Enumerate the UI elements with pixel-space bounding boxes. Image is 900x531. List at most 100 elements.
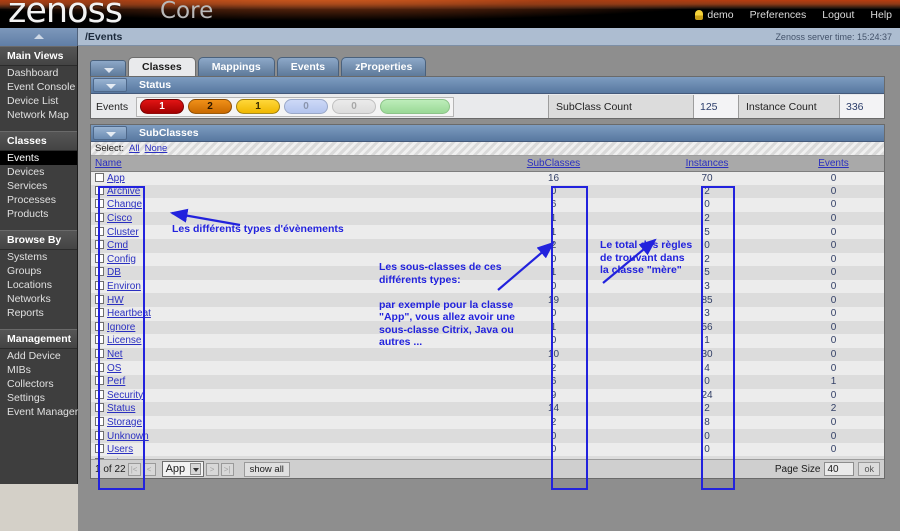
column-header-instances-link[interactable]: Instances xyxy=(686,158,729,169)
prev-page-button[interactable]: < xyxy=(142,462,156,476)
row-name-link[interactable]: Config xyxy=(107,254,136,265)
tab-zproperties[interactable]: zProperties xyxy=(341,57,427,77)
column-header-events[interactable]: Events xyxy=(783,156,884,172)
sidebar-item-settings[interactable]: Settings xyxy=(0,391,77,405)
show-all-button[interactable]: show all xyxy=(243,461,290,477)
sidebar-item-mibs[interactable]: MIBs xyxy=(0,363,77,377)
row-name-link[interactable]: Cluster xyxy=(107,227,139,238)
sidebar-item-event-console[interactable]: Event Console xyxy=(0,80,77,94)
next-page-button[interactable]: > xyxy=(205,462,219,476)
sidebar-item-products[interactable]: Products xyxy=(0,207,77,221)
breadcrumb[interactable]: /Events xyxy=(85,31,122,43)
row-name-link[interactable]: Net xyxy=(107,349,123,360)
row-name-link[interactable]: Unknown xyxy=(107,431,149,442)
row-name-link[interactable]: Ignore xyxy=(107,322,135,333)
row-checkbox[interactable] xyxy=(95,294,104,304)
row-checkbox[interactable] xyxy=(95,308,104,318)
status-collapse-button[interactable] xyxy=(93,78,127,92)
row-name-link[interactable]: Environ xyxy=(107,281,141,292)
sidebar-item-groups[interactable]: Groups xyxy=(0,264,77,278)
sidebar-item-systems[interactable]: Systems xyxy=(0,250,77,264)
row-checkbox[interactable] xyxy=(95,349,104,359)
severity-pill-debug[interactable]: 0 xyxy=(332,99,376,114)
row-name-link[interactable]: Cmd xyxy=(107,240,128,251)
sidebar-item-services[interactable]: Services xyxy=(0,179,77,193)
select-none-link[interactable]: None xyxy=(145,143,168,154)
row-name-link[interactable]: Storage xyxy=(107,417,142,428)
column-header-events-link[interactable]: Events xyxy=(818,158,849,169)
sidebar-item-reports[interactable]: Reports xyxy=(0,306,77,320)
row-checkbox[interactable] xyxy=(95,376,104,386)
sidebar-item-add-device[interactable]: Add Device xyxy=(0,349,77,363)
row-name-link[interactable]: HW xyxy=(107,295,124,306)
row-checkbox[interactable] xyxy=(95,253,104,263)
page-size-label: Page Size xyxy=(774,463,821,475)
sidebar-item-networks[interactable]: Networks xyxy=(0,292,77,306)
column-header-subclasses[interactable]: SubClasses xyxy=(476,156,631,172)
logout-link[interactable]: Logout xyxy=(822,9,854,21)
table-row: Net 10 30 0 xyxy=(91,347,884,362)
row-checkbox[interactable] xyxy=(95,321,104,331)
page-size-input[interactable]: 40 xyxy=(824,462,855,476)
column-header-name[interactable]: Name xyxy=(91,156,476,172)
last-page-button[interactable]: >| xyxy=(220,462,234,476)
sidebar-item-device-list[interactable]: Device List xyxy=(0,94,77,108)
row-checkbox[interactable] xyxy=(95,281,104,291)
sidebar-item-devices[interactable]: Devices xyxy=(0,165,77,179)
help-link[interactable]: Help xyxy=(870,9,892,21)
subclasses-collapse-button[interactable] xyxy=(93,126,127,140)
column-header-instances[interactable]: Instances xyxy=(631,156,783,172)
row-name-link[interactable]: Users xyxy=(107,444,133,455)
sidebar-item-event-manager[interactable]: Event Manager xyxy=(0,405,78,419)
sidebar-item-events[interactable]: Events xyxy=(0,151,77,165)
row-checkbox[interactable] xyxy=(95,444,104,454)
row-name-link[interactable]: DB xyxy=(107,267,121,278)
row-checkbox[interactable] xyxy=(95,185,104,195)
sidebar-item-network-map[interactable]: Network Map xyxy=(0,108,77,122)
first-page-button[interactable]: |< xyxy=(127,462,141,476)
row-name-link[interactable]: Cisco xyxy=(107,213,132,224)
row-checkbox[interactable] xyxy=(95,335,104,345)
row-checkbox[interactable] xyxy=(95,416,104,426)
severity-pill-warning[interactable]: 1 xyxy=(236,99,280,114)
row-checkbox[interactable] xyxy=(95,267,104,277)
severity-pill-info[interactable]: 0 xyxy=(284,99,328,114)
sidebar-item-dashboard[interactable]: Dashboard xyxy=(0,66,77,80)
row-checkbox[interactable] xyxy=(95,199,104,209)
row-name-link[interactable]: Change xyxy=(107,199,142,210)
preferences-link[interactable]: Preferences xyxy=(750,9,807,21)
severity-pill-clear[interactable] xyxy=(380,99,450,114)
row-name-link[interactable]: License xyxy=(107,335,141,346)
row-checkbox[interactable] xyxy=(95,226,104,236)
sidebar-item-collectors[interactable]: Collectors xyxy=(0,377,77,391)
class-select[interactable]: App xyxy=(161,461,204,477)
row-name-link[interactable]: Perf xyxy=(107,376,125,387)
cell-subclasses: 0 xyxy=(476,429,631,443)
sidebar-item-locations[interactable]: Locations xyxy=(0,278,77,292)
row-name-link[interactable]: App xyxy=(107,173,125,184)
tab-events[interactable]: Events xyxy=(276,57,340,77)
row-checkbox[interactable] xyxy=(95,430,104,440)
select-all-link[interactable]: All xyxy=(129,143,140,154)
row-name-link[interactable]: Archive xyxy=(107,186,140,197)
row-checkbox[interactable] xyxy=(95,362,104,372)
user-chip[interactable]: demo xyxy=(695,9,734,21)
row-checkbox[interactable] xyxy=(95,213,104,223)
row-checkbox[interactable] xyxy=(95,403,104,413)
column-header-name-link[interactable]: Name xyxy=(95,158,122,169)
row-name-link[interactable]: Heartbeat xyxy=(107,308,151,319)
tab-mappings[interactable]: Mappings xyxy=(197,57,275,77)
row-checkbox[interactable] xyxy=(95,172,104,182)
sidebar-collapse-button[interactable] xyxy=(0,28,78,46)
page-size-ok-button[interactable]: ok xyxy=(858,462,880,476)
column-header-subclasses-link[interactable]: SubClasses xyxy=(527,158,580,169)
severity-pill-error[interactable]: 2 xyxy=(188,99,232,114)
row-name-link[interactable]: Status xyxy=(107,403,135,414)
severity-pill-critical[interactable]: 1 xyxy=(140,99,184,114)
row-name-link[interactable]: Security xyxy=(107,390,143,401)
row-checkbox[interactable] xyxy=(95,389,104,399)
sidebar-item-processes[interactable]: Processes xyxy=(0,193,77,207)
tab-menu-button[interactable] xyxy=(90,60,126,77)
row-checkbox[interactable] xyxy=(95,240,104,250)
row-name-link[interactable]: OS xyxy=(107,363,121,374)
